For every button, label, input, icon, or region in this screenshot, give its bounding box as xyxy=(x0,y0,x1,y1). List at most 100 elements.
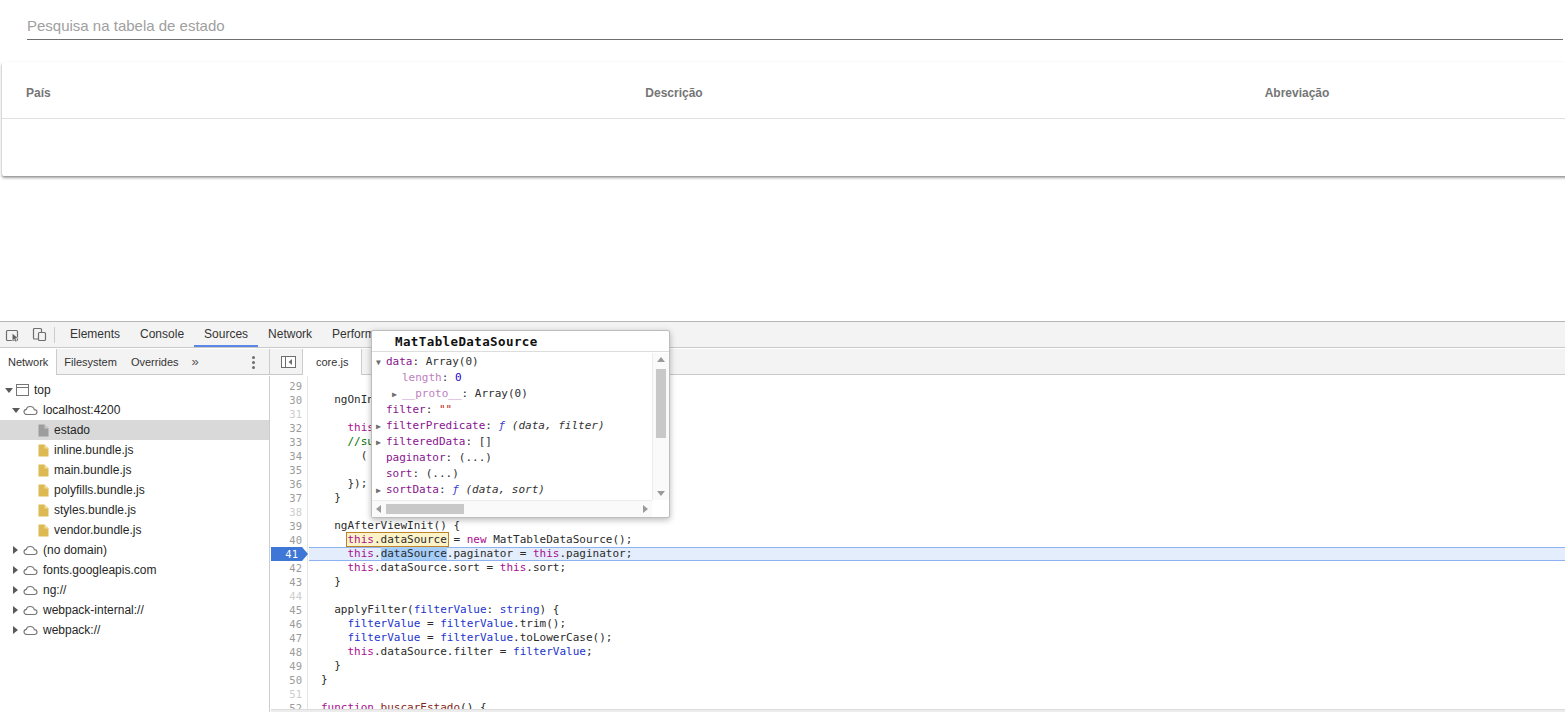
tree-item-main-bundle-js[interactable]: main.bundle.js xyxy=(0,460,269,480)
code-line-content[interactable] xyxy=(309,589,1565,603)
popover-property-proto[interactable]: ▶__proto__: Array(0) xyxy=(372,386,652,402)
toggle-device-toolbar-icon[interactable] xyxy=(26,322,52,347)
gutter-line-number-32[interactable]: 32 xyxy=(271,421,302,435)
main-tab-elements[interactable]: Elements xyxy=(60,322,130,347)
navigator-tab-overrides[interactable]: Overrides xyxy=(124,349,186,375)
code-line-51[interactable]: 51 xyxy=(271,687,1565,701)
gutter-line-number-37[interactable]: 37 xyxy=(271,491,302,505)
code-line-48[interactable]: 48 this.dataSource.filter = filterValue; xyxy=(271,645,1565,659)
collapsed-arrow-icon[interactable]: ▶ xyxy=(392,387,402,403)
gutter-line-number-39[interactable]: 39 xyxy=(271,519,302,533)
tree-item--no-domain-[interactable]: (no domain) xyxy=(0,540,269,560)
tree-item-webpack-internal-[interactable]: webpack-internal:// xyxy=(0,600,269,620)
code-line-content[interactable]: } xyxy=(309,575,1565,589)
scroll-left-icon[interactable] xyxy=(376,505,381,513)
popover-property-paginator[interactable]: paginator: (...) xyxy=(372,450,652,466)
code-line-content[interactable]: filterValue = filterValue.trim(); xyxy=(309,617,1565,631)
vscroll-thumb[interactable] xyxy=(656,369,666,438)
expanded-arrow-icon[interactable]: ▼ xyxy=(376,355,386,371)
popover-vertical-scrollbar[interactable] xyxy=(652,353,669,500)
tree-item-inline-bundle-js[interactable]: inline.bundle.js xyxy=(0,440,269,460)
code-line-content[interactable]: } xyxy=(309,659,1565,673)
tree-item-styles-bundle-js[interactable]: styles.bundle.js xyxy=(0,500,269,520)
popover-property-filteredData[interactable]: ▶filteredData: [] xyxy=(372,434,652,450)
gutter-line-number-29[interactable]: 29 xyxy=(271,379,302,393)
gutter-line-number-42[interactable]: 42 xyxy=(271,561,302,575)
main-tab-console[interactable]: Console xyxy=(130,322,194,347)
search-input[interactable] xyxy=(27,12,1563,40)
hide-navigator-icon[interactable] xyxy=(278,349,298,375)
gutter-line-number-30[interactable]: 30 xyxy=(271,393,302,407)
tree-item-estado[interactable]: estado xyxy=(0,420,269,440)
navigator-tab-filesystem[interactable]: Filesystem xyxy=(57,349,124,375)
expanded-arrow-icon[interactable] xyxy=(3,385,14,396)
popover-property-data[interactable]: ▼data: Array(0) xyxy=(372,354,652,370)
popover-property-sort[interactable]: sort: (...) xyxy=(372,466,652,482)
code-line-content[interactable]: ngAfterViewInit() { xyxy=(309,519,1565,533)
gutter-line-number-51[interactable]: 51 xyxy=(271,687,302,701)
gutter-line-number-35[interactable]: 35 xyxy=(271,463,302,477)
gutter-line-number-45[interactable]: 45 xyxy=(271,603,302,617)
code-line-45[interactable]: 45 applyFilter(filterValue: string) { xyxy=(271,603,1565,617)
hscroll-thumb[interactable] xyxy=(386,504,464,514)
gutter-line-number-33[interactable]: 33 xyxy=(271,435,302,449)
code-line-content[interactable]: this.dataSource.filter = filterValue; xyxy=(309,645,1565,659)
tree-item-localhost-4200[interactable]: localhost:4200 xyxy=(0,400,269,420)
code-line-46[interactable]: 46 filterValue = filterValue.trim(); xyxy=(271,617,1565,631)
popover-property-filter[interactable]: filter: "" xyxy=(372,402,652,418)
gutter-line-number-47[interactable]: 47 xyxy=(271,631,302,645)
gutter-line-number-46[interactable]: 46 xyxy=(271,617,302,631)
main-tab-sources[interactable]: Sources xyxy=(194,322,258,347)
editor-tab-core-js[interactable]: core.js xyxy=(302,349,362,375)
tree-item-vendor-bundle-js[interactable]: vendor.bundle.js xyxy=(0,520,269,540)
gutter-line-number-50[interactable]: 50 xyxy=(271,673,302,687)
popover-property-filterPredicate[interactable]: ▶filterPredicate: ƒ (data, filter) xyxy=(372,418,652,434)
popover-property-sortData[interactable]: ▶sortData: ƒ (data, sort) xyxy=(372,482,652,498)
code-line-content[interactable] xyxy=(309,687,1565,701)
navigator-menu-icon[interactable] xyxy=(245,353,261,371)
navigator-tab-network[interactable]: Network xyxy=(0,349,57,375)
more-tabs-chevron[interactable]: » xyxy=(186,354,205,369)
collapsed-arrow-icon[interactable]: ▶ xyxy=(376,435,386,451)
collapsed-arrow-icon[interactable] xyxy=(10,545,21,556)
code-line-43[interactable]: 43 } xyxy=(271,575,1565,589)
code-line-content[interactable]: this.dataSource = new MatTableDataSource… xyxy=(309,533,1565,547)
code-line-49[interactable]: 49 } xyxy=(271,659,1565,673)
inspect-element-icon[interactable] xyxy=(0,322,26,347)
gutter-line-number-40[interactable]: 40 xyxy=(271,533,302,547)
gutter-line-number-48[interactable]: 48 xyxy=(271,645,302,659)
popover-horizontal-scrollbar[interactable] xyxy=(372,500,652,517)
collapsed-arrow-icon[interactable] xyxy=(10,565,21,576)
popover-property-length[interactable]: length: 0 xyxy=(372,370,652,386)
code-line-content[interactable]: filterValue = filterValue.toLowerCase(); xyxy=(309,631,1565,645)
expanded-arrow-icon[interactable] xyxy=(10,405,21,416)
tree-item-polyfills-bundle-js[interactable]: polyfills.bundle.js xyxy=(0,480,269,500)
tree-item-webpack-[interactable]: webpack:// xyxy=(0,620,269,640)
scroll-right-icon[interactable] xyxy=(643,505,648,513)
collapsed-arrow-icon[interactable] xyxy=(10,585,21,596)
code-line-content[interactable]: applyFilter(filterValue: string) { xyxy=(309,603,1565,617)
collapsed-arrow-icon[interactable] xyxy=(10,625,21,636)
gutter-line-number-34[interactable]: 34 xyxy=(271,449,302,463)
scroll-down-icon[interactable] xyxy=(657,491,665,496)
gutter-line-number-31[interactable]: 31 xyxy=(271,407,302,421)
tree-item-top[interactable]: top xyxy=(0,380,269,400)
scroll-up-icon[interactable] xyxy=(657,357,665,362)
collapsed-arrow-icon[interactable] xyxy=(10,605,21,616)
gutter-line-number-44[interactable]: 44 xyxy=(271,589,302,603)
code-line-39[interactable]: 39 ngAfterViewInit() { xyxy=(271,519,1565,533)
gutter-line-number-49[interactable]: 49 xyxy=(271,659,302,673)
gutter-line-number-43[interactable]: 43 xyxy=(271,575,302,589)
code-line-40[interactable]: 40 this.dataSource = new MatTableDataSou… xyxy=(271,533,1565,547)
code-line-50[interactable]: 50} xyxy=(271,673,1565,687)
code-line-41[interactable]: 4141 this.dataSource.paginator = this.pa… xyxy=(271,547,1565,561)
code-line-content[interactable]: } xyxy=(309,673,1565,687)
gutter-line-number-36[interactable]: 36 xyxy=(271,477,302,491)
gutter-line-number-38[interactable]: 38 xyxy=(271,505,302,519)
code-line-content[interactable]: this.dataSource.paginator = this.paginat… xyxy=(309,547,1565,561)
code-line-47[interactable]: 47 filterValue = filterValue.toLowerCase… xyxy=(271,631,1565,645)
tree-item-fonts-googleapis-com[interactable]: fonts.googleapis.com xyxy=(0,560,269,580)
code-line-42[interactable]: 42 this.dataSource.sort = this.sort; xyxy=(271,561,1565,575)
tree-item-ng-[interactable]: ng:// xyxy=(0,580,269,600)
main-tab-network[interactable]: Network xyxy=(258,322,322,347)
